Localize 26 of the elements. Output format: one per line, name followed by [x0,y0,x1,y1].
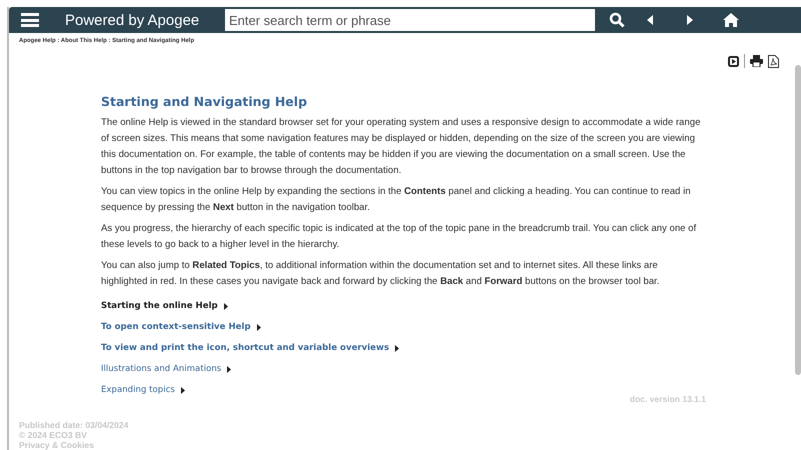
search-field[interactable]: Enter search term or phrase [225,9,595,31]
topic-link[interactable]: Expanding topics [101,385,175,395]
topic-title: Starting and Navigating Help [101,94,308,109]
print-icon[interactable] [750,55,763,67]
expand-arrow-icon[interactable] [256,324,261,330]
paragraph: You can also jump to Related Topics, to additional information within the documentation set and to internet sites. All these links are highlighted in red. In these cases you navigate back and forward by clicking the Back and Forward buttons on the browser tool bar. [101,259,660,289]
paragraph: As you progress, the hierarchy of each specific topic is indicated at the top of the topic pane in the breadcrumb trail. You can click any one of these levels to go back to a higher level in the hierarchy. [101,222,698,252]
scrollbar-thumb[interactable] [795,65,801,375]
play-icon[interactable] [728,56,739,66]
paragraph: The online Help is viewed in the standard browser set for your operating system and uses a responsive design to accommodate a wide range of screen sizes. This means that some navigation features may be displayed or hidden, depending on the size of the screen you are viewing this documentation on. For example, the table of contents may be hidden if you are viewing the documentation on a small screen. Use the buttons in the top navigation bar to browse through the documentation. [101,116,702,178]
home-icon[interactable] [723,13,739,27]
pdf-icon[interactable] [768,54,779,68]
site-title: Powered by Apogee [65,12,200,28]
topic-link[interactable]: Illustrations and Animations [101,364,222,374]
menu-icon[interactable] [21,13,39,27]
search-icon[interactable] [609,12,625,28]
topic-link[interactable]: To view and print the icon, shortcut and variable overviews [101,343,390,353]
expand-arrow-icon[interactable] [180,386,185,394]
expand-arrow-icon[interactable] [395,344,400,352]
paragraph: You can view topics in the online Help by expanding the sections in the Contents panel and clicking a heading. You can continue to read in sequence by pressing the Next button in the navigation toolbar. [101,185,692,215]
expand-arrow-icon[interactable] [227,366,232,372]
topic-link[interactable]: Starting the online Help [101,301,218,311]
next-icon[interactable] [687,15,693,25]
previous-icon[interactable] [647,15,653,25]
topic-link[interactable]: To open context-sensitive Help [101,322,251,332]
expand-arrow-icon[interactable] [224,302,228,310]
